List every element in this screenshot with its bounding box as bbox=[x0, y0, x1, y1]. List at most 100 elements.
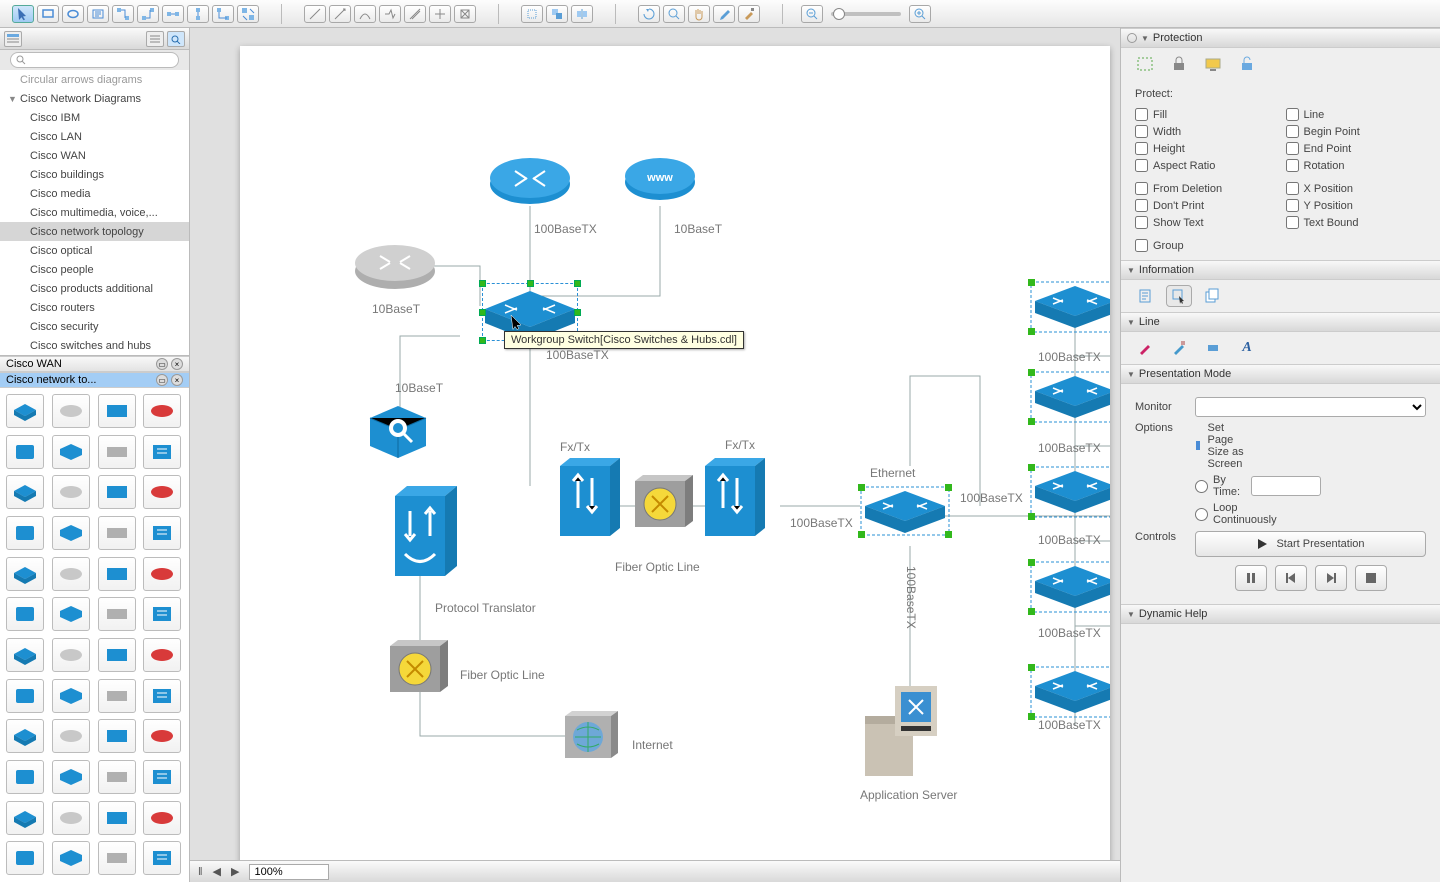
tool-line-b[interactable] bbox=[329, 5, 351, 23]
tool-ellipse[interactable] bbox=[62, 5, 84, 23]
tool-align-b[interactable] bbox=[546, 5, 568, 23]
chk-end-point[interactable]: End Point bbox=[1286, 142, 1427, 155]
stencil-item[interactable] bbox=[6, 679, 44, 713]
chk-dont-print[interactable]: Don't Print bbox=[1135, 199, 1276, 212]
tool-style[interactable] bbox=[738, 5, 760, 23]
tool-line-f[interactable] bbox=[429, 5, 451, 23]
stencil-item[interactable] bbox=[143, 801, 181, 835]
stencil-item[interactable] bbox=[6, 435, 44, 469]
close-icon[interactable]: × bbox=[171, 374, 183, 386]
tree-search-button[interactable] bbox=[167, 31, 185, 47]
stencil-item[interactable] bbox=[52, 435, 90, 469]
page-nav-icon[interactable]: ‖ bbox=[198, 866, 203, 878]
chk-fill[interactable]: Fill bbox=[1135, 108, 1276, 121]
stencil-item[interactable] bbox=[98, 516, 136, 550]
info-pointer-icon[interactable] bbox=[1167, 286, 1191, 306]
tool-rect[interactable] bbox=[37, 5, 59, 23]
chk-height[interactable]: Height bbox=[1135, 142, 1276, 155]
stencil-item[interactable] bbox=[6, 475, 44, 509]
stencil-item[interactable] bbox=[52, 516, 90, 550]
tool-connector-a[interactable] bbox=[112, 5, 134, 23]
tool-zoom[interactable] bbox=[663, 5, 685, 23]
chk-y-position[interactable]: Y Position bbox=[1286, 199, 1427, 212]
chk-line[interactable]: Line bbox=[1286, 108, 1427, 121]
tree-item-cisco-lan[interactable]: Cisco LAN bbox=[0, 127, 189, 146]
info-pages-icon[interactable] bbox=[1201, 286, 1225, 306]
tool-line-a[interactable] bbox=[304, 5, 326, 23]
stencil-item[interactable] bbox=[98, 801, 136, 835]
stop-button[interactable] bbox=[1355, 565, 1387, 591]
stencil-item[interactable] bbox=[98, 557, 136, 591]
tree-item-cisco-wan[interactable]: Cisco WAN bbox=[0, 146, 189, 165]
tool-rotate[interactable] bbox=[638, 5, 660, 23]
tree-item-cisco-buildings[interactable]: Cisco buildings bbox=[0, 165, 189, 184]
stencil-item[interactable] bbox=[52, 394, 90, 428]
section-presentation-header[interactable]: ▼Presentation Mode bbox=[1121, 364, 1440, 384]
stencil-item[interactable] bbox=[143, 679, 181, 713]
chk-show-text[interactable]: Show Text bbox=[1135, 216, 1276, 229]
stencil-item[interactable] bbox=[52, 638, 90, 672]
stencil-item[interactable] bbox=[143, 719, 181, 753]
page-prev-icon[interactable]: ◀ bbox=[213, 865, 221, 878]
chk-x-position[interactable]: X Position bbox=[1286, 182, 1427, 195]
tree-item-cisco-switches[interactable]: Cisco switches and hubs bbox=[0, 336, 189, 355]
stencil-item[interactable] bbox=[98, 638, 136, 672]
tool-hand[interactable] bbox=[688, 5, 710, 23]
page-next-icon[interactable]: ▶ bbox=[231, 865, 239, 878]
stencil-item[interactable] bbox=[143, 435, 181, 469]
canvas-page[interactable]: www bbox=[240, 46, 1110, 860]
chk-aspect[interactable]: Aspect Ratio bbox=[1135, 159, 1276, 172]
stencil-item[interactable] bbox=[143, 760, 181, 794]
stencil-item[interactable] bbox=[52, 719, 90, 753]
chk-text-bound[interactable]: Text Bound bbox=[1286, 216, 1427, 229]
pin-icon[interactable]: ▭ bbox=[156, 358, 168, 370]
tree-item-cisco-products[interactable]: Cisco products additional bbox=[0, 279, 189, 298]
stencil-item[interactable] bbox=[98, 597, 136, 631]
stencil-item[interactable] bbox=[143, 597, 181, 631]
tool-text[interactable] bbox=[87, 5, 109, 23]
chk-group[interactable]: Group bbox=[1135, 239, 1426, 252]
tree-item-cisco-optical[interactable]: Cisco optical bbox=[0, 241, 189, 260]
stencil-item[interactable] bbox=[52, 760, 90, 794]
protect-screen-icon[interactable] bbox=[1201, 54, 1225, 74]
tool-align-c[interactable] bbox=[571, 5, 593, 23]
stencil-item[interactable] bbox=[98, 394, 136, 428]
tool-connector-e[interactable] bbox=[212, 5, 234, 23]
stencil-item[interactable] bbox=[98, 435, 136, 469]
stencil-item[interactable] bbox=[52, 841, 90, 875]
chk-begin-point[interactable]: Begin Point bbox=[1286, 125, 1427, 138]
pin-icon[interactable]: ▭ bbox=[156, 374, 168, 386]
info-page-icon[interactable] bbox=[1133, 286, 1157, 306]
protect-lock-icon[interactable] bbox=[1167, 54, 1191, 74]
stencil-item[interactable] bbox=[6, 394, 44, 428]
prev-button[interactable] bbox=[1275, 565, 1307, 591]
line-pen-icon[interactable] bbox=[1133, 338, 1157, 358]
tool-eyedropper[interactable] bbox=[713, 5, 735, 23]
protect-unlock-icon[interactable] bbox=[1235, 54, 1259, 74]
tool-line-e[interactable] bbox=[404, 5, 426, 23]
tree-view-button[interactable] bbox=[4, 31, 22, 47]
section-line-header[interactable]: ▼Line bbox=[1121, 312, 1440, 332]
zoom-field[interactable] bbox=[249, 864, 329, 880]
stencil-item[interactable] bbox=[52, 679, 90, 713]
tool-pointer[interactable] bbox=[12, 5, 34, 23]
stencil-item[interactable] bbox=[143, 841, 181, 875]
section-information-header[interactable]: ▼Information bbox=[1121, 260, 1440, 280]
library-tab-cisco-wan[interactable]: Cisco WAN ▭× bbox=[0, 356, 189, 372]
tool-connector-group[interactable] bbox=[237, 5, 259, 23]
stencil-item[interactable] bbox=[98, 679, 136, 713]
stencil-item[interactable] bbox=[143, 394, 181, 428]
stencil-item[interactable] bbox=[6, 516, 44, 550]
tree-item-cisco-security[interactable]: Cisco security bbox=[0, 317, 189, 336]
stencil-item[interactable] bbox=[6, 841, 44, 875]
stencil-item[interactable] bbox=[98, 719, 136, 753]
stencil-item[interactable] bbox=[52, 475, 90, 509]
stencil-item[interactable] bbox=[6, 760, 44, 794]
zoom-in-button[interactable] bbox=[909, 5, 931, 23]
stencil-item[interactable] bbox=[6, 801, 44, 835]
tree-group-cisco[interactable]: ▼Cisco Network Diagrams bbox=[0, 89, 189, 108]
canvas-area[interactable]: www bbox=[190, 28, 1120, 860]
tool-line-g[interactable] bbox=[454, 5, 476, 23]
tree-item-circular-arrows[interactable]: Circular arrows diagrams bbox=[0, 70, 189, 89]
by-time-input[interactable] bbox=[1251, 476, 1321, 496]
